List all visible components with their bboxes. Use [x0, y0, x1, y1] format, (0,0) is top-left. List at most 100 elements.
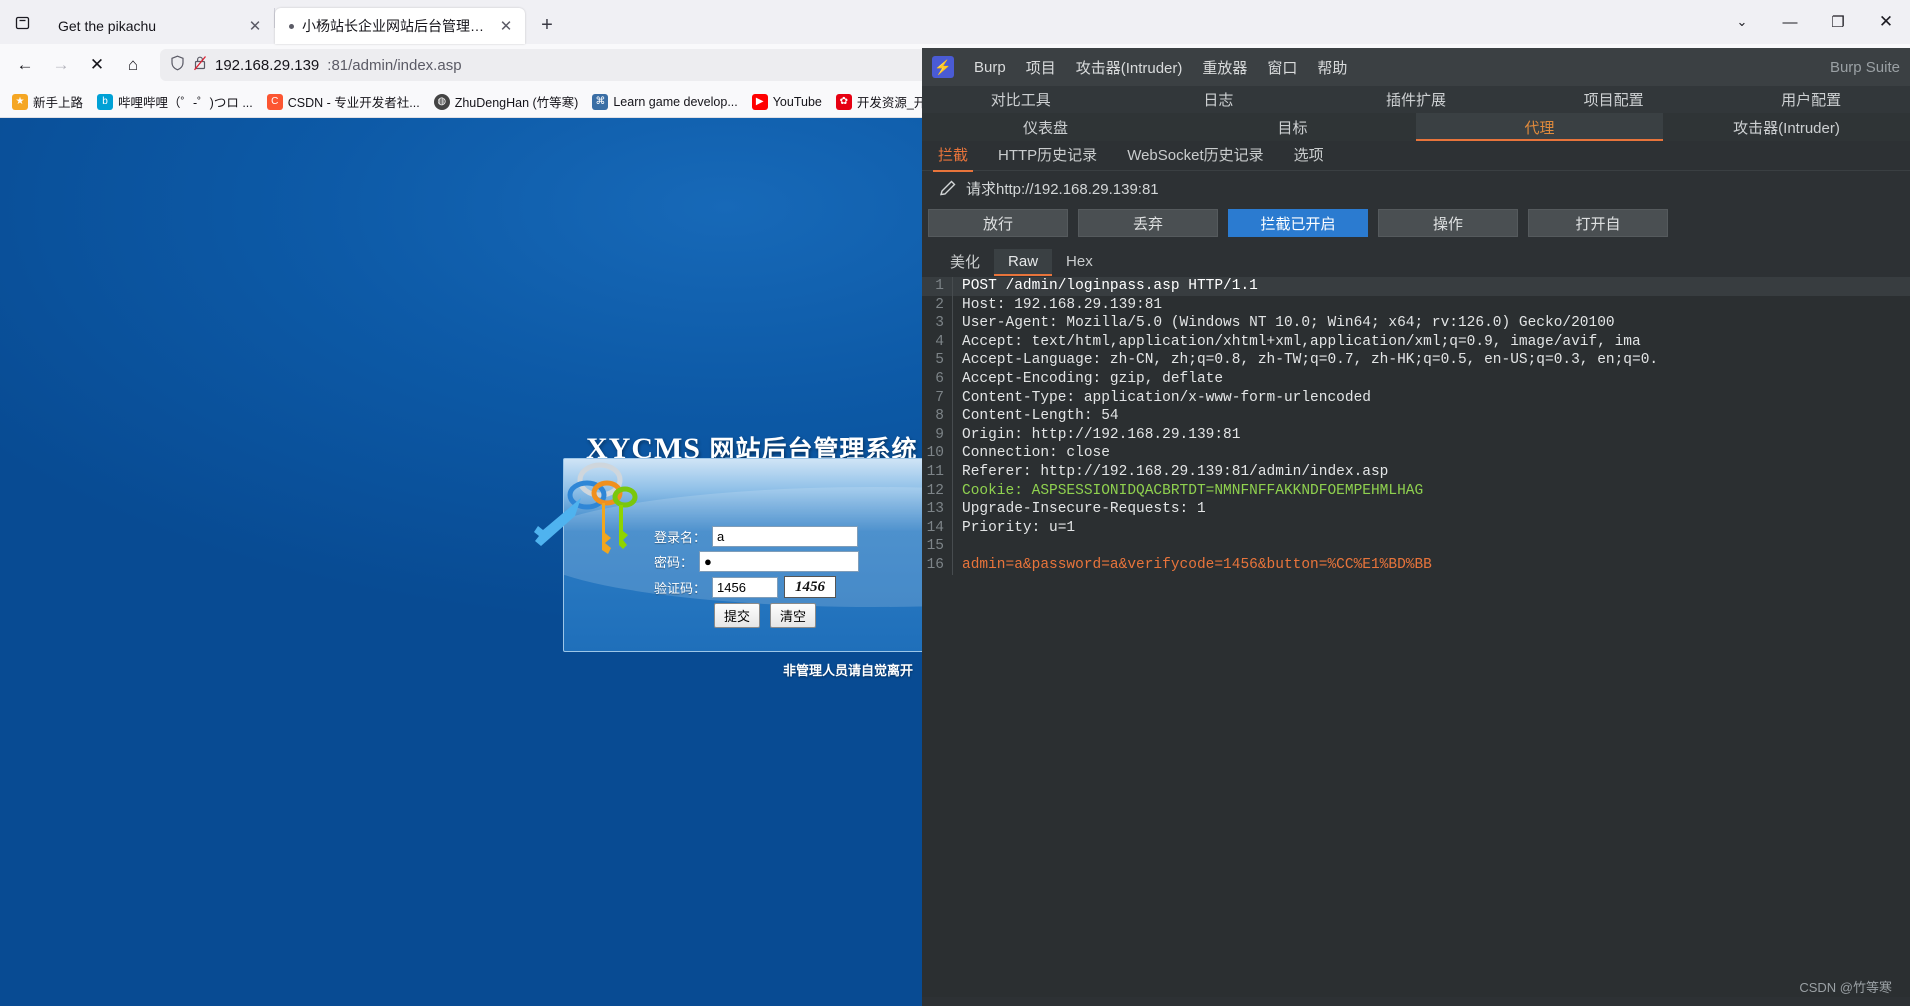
list-all-tabs-icon[interactable] [0, 0, 44, 44]
tab-intruder[interactable]: 攻击器(Intruder) [1663, 113, 1910, 141]
forward-button[interactable]: 放行 [928, 209, 1068, 237]
tab-extensions[interactable]: 插件扩展 [1317, 86, 1515, 113]
subtab-intercept[interactable]: 拦截 [932, 140, 974, 172]
code-line: 13 Upgrade-Insecure-Requests: 1 [922, 500, 1910, 519]
burp-menu-bar: ⚡ Burp 项目 攻击器(Intruder) 重放器 窗口 帮助 Burp S… [922, 48, 1910, 86]
back-icon[interactable]: ← [8, 49, 42, 81]
bookmark-item[interactable]: C CSDN - 专业开发者社... [261, 89, 426, 114]
tab-title: 小杨站长企业网站后台管理系统 [302, 18, 489, 34]
password-row: 密码： [654, 551, 860, 572]
subtab-http-history[interactable]: HTTP历史记录 [996, 140, 1099, 171]
close-tab-icon[interactable]: ✕ [497, 17, 515, 35]
subtab-websocket-history[interactable]: WebSocket历史记录 [1125, 140, 1265, 171]
burp-tabs-row-1: 对比工具 日志 插件扩展 项目配置 用户配置 [922, 86, 1910, 113]
line-number: 5 [935, 352, 944, 369]
stop-icon[interactable]: ✕ [80, 49, 114, 81]
line-number: 6 [935, 370, 944, 387]
bookmark-label: 新手上路 [33, 96, 84, 110]
username-row: 登录名： [654, 526, 859, 547]
minimize-button[interactable]: — [1766, 0, 1814, 44]
menu-repeater[interactable]: 重放器 [1192, 57, 1257, 78]
tab-proxy[interactable]: 代理 [1416, 113, 1663, 141]
url-path: :81/admin/index.asp [327, 56, 462, 74]
menu-project[interactable]: 项目 [1016, 57, 1066, 78]
drop-button[interactable]: 丢弃 [1078, 209, 1218, 237]
pencil-icon [940, 180, 956, 196]
bookmark-item[interactable]: ◍ ZhuDengHan (竹等寒) [428, 89, 585, 114]
line-number: 7 [935, 389, 944, 406]
bookmark-item[interactable]: b 哔哩哔哩（゜-゜)つロ ... [91, 89, 259, 114]
view-tab-raw[interactable]: Raw [994, 248, 1053, 276]
intercept-button-row: 放行 丢弃 拦截已开启 操作 打开自 [922, 205, 1910, 247]
request-editor[interactable]: 1 POST /admin/loginpass.asp HTTP/1.1 2 Hos… [922, 277, 1910, 997]
home-icon[interactable]: ⌂ [116, 49, 150, 81]
menu-window[interactable]: 窗口 [1257, 57, 1307, 78]
maximize-button[interactable]: ❐ [1814, 0, 1862, 44]
line-text: Accept-Language: zh-CN, zh;q=0.8, zh-TW;… [952, 351, 1910, 370]
menu-burp[interactable]: Burp [964, 59, 1016, 76]
captcha-image[interactable]: 1456 [784, 576, 837, 598]
view-tab-pretty[interactable]: 美化 [936, 247, 994, 278]
code-line: 15 [922, 537, 1910, 556]
screen: Get the pikachu ✕ 小杨站长企业网站后台管理系统 ✕ + ⌄ —… [0, 0, 1910, 1006]
line-text: admin=a&password=a&verifycode=1456&butto… [952, 555, 1910, 575]
code-line-body: 16 admin=a&password=a&verifycode=1456&but… [922, 555, 1910, 575]
line-number: 11 [926, 463, 944, 480]
tab-user-settings[interactable]: 用户配置 [1712, 86, 1910, 113]
bookmark-label: YouTube [772, 94, 822, 109]
clear-button[interactable]: 清空 [770, 603, 817, 628]
burp-logo-icon: ⚡ [932, 56, 954, 78]
bookmark-item[interactable]: ★ 新手上路 [6, 89, 89, 114]
line-text: Referer: http://192.168.29.139:81/admin/… [952, 462, 1910, 482]
password-input[interactable] [699, 551, 860, 572]
line-number: 3 [935, 315, 944, 332]
code-line: 2 Host: 192.168.29.139:81 [922, 295, 1910, 315]
tab-title: Get the pikachu [58, 18, 157, 34]
forward-icon[interactable]: → [44, 49, 78, 81]
browser-tab-1[interactable]: Get the pikachu ✕ [44, 8, 274, 44]
menu-help[interactable]: 帮助 [1307, 57, 1357, 78]
action-button[interactable]: 操作 [1378, 209, 1518, 237]
line-text: Upgrade-Insecure-Requests: 1 [952, 500, 1910, 519]
shield-icon [170, 55, 185, 75]
code-line: 11 Referer: http://192.168.29.139:81/admi… [922, 462, 1910, 482]
bookmark-item[interactable]: ⌘ Learn game develop... [586, 91, 743, 113]
bookmark-favicon: ◍ [433, 93, 450, 110]
request-url-row: 请求http://192.168.29.139:81 [922, 171, 1910, 205]
chevron-down-icon[interactable]: ⌄ [1718, 0, 1766, 44]
code-line: 5 Accept-Language: zh-CN, zh;q=0.8, zh-TW… [922, 351, 1910, 370]
tab-dashboard[interactable]: 仪表盘 [922, 113, 1169, 141]
browser-tab-2[interactable]: 小杨站长企业网站后台管理系统 ✕ [275, 8, 525, 44]
bookmark-item[interactable]: ▶ YouTube [746, 91, 828, 113]
new-tab-button[interactable]: + [531, 9, 563, 41]
captcha-input[interactable] [712, 576, 779, 598]
line-text: Host: 192.168.29.139:81 [952, 295, 1910, 315]
line-number: 13 [926, 501, 944, 518]
bookmark-favicon: C [266, 93, 283, 110]
open-browser-button[interactable]: 打开自 [1528, 209, 1668, 237]
code-line: 4 Accept: text/html,application/xhtml+xml… [922, 332, 1910, 352]
bookmark-favicon: ⌘ [592, 93, 609, 110]
tab-target[interactable]: 目标 [1169, 113, 1416, 141]
close-tab-icon[interactable]: ✕ [246, 17, 264, 35]
line-text: Accept-Encoding: gzip, deflate [952, 369, 1910, 389]
username-input[interactable] [712, 526, 859, 547]
tab-logger[interactable]: 日志 [1120, 86, 1318, 113]
code-line: 14 Priority: u=1 [922, 518, 1910, 538]
line-text [952, 537, 1910, 556]
subtab-options[interactable]: 选项 [1292, 140, 1326, 171]
menu-intruder[interactable]: 攻击器(Intruder) [1066, 57, 1193, 78]
line-text: Content-Type: application/x-www-form-url… [952, 388, 1910, 408]
submit-button[interactable]: 提交 [714, 603, 761, 628]
bookmark-label: 哔哩哔哩（゜-゜)つロ ... [118, 96, 253, 110]
view-tab-hex[interactable]: Hex [1052, 249, 1107, 276]
close-window-button[interactable]: ✕ [1862, 0, 1910, 44]
tab-project-settings[interactable]: 项目配置 [1515, 86, 1713, 113]
line-number: 10 [926, 445, 944, 462]
line-number: 4 [935, 333, 944, 350]
burp-tabs-row-2: 仪表盘 目标 代理 攻击器(Intruder) [922, 113, 1910, 141]
intercept-toggle-button[interactable]: 拦截已开启 [1228, 209, 1368, 237]
code-line-cookie: 12 Cookie: ASPSESSIONIDQACBRTDT=NMNFNFFAK… [922, 481, 1910, 501]
password-label: 密码： [654, 555, 694, 570]
tab-comparer[interactable]: 对比工具 [922, 86, 1120, 113]
